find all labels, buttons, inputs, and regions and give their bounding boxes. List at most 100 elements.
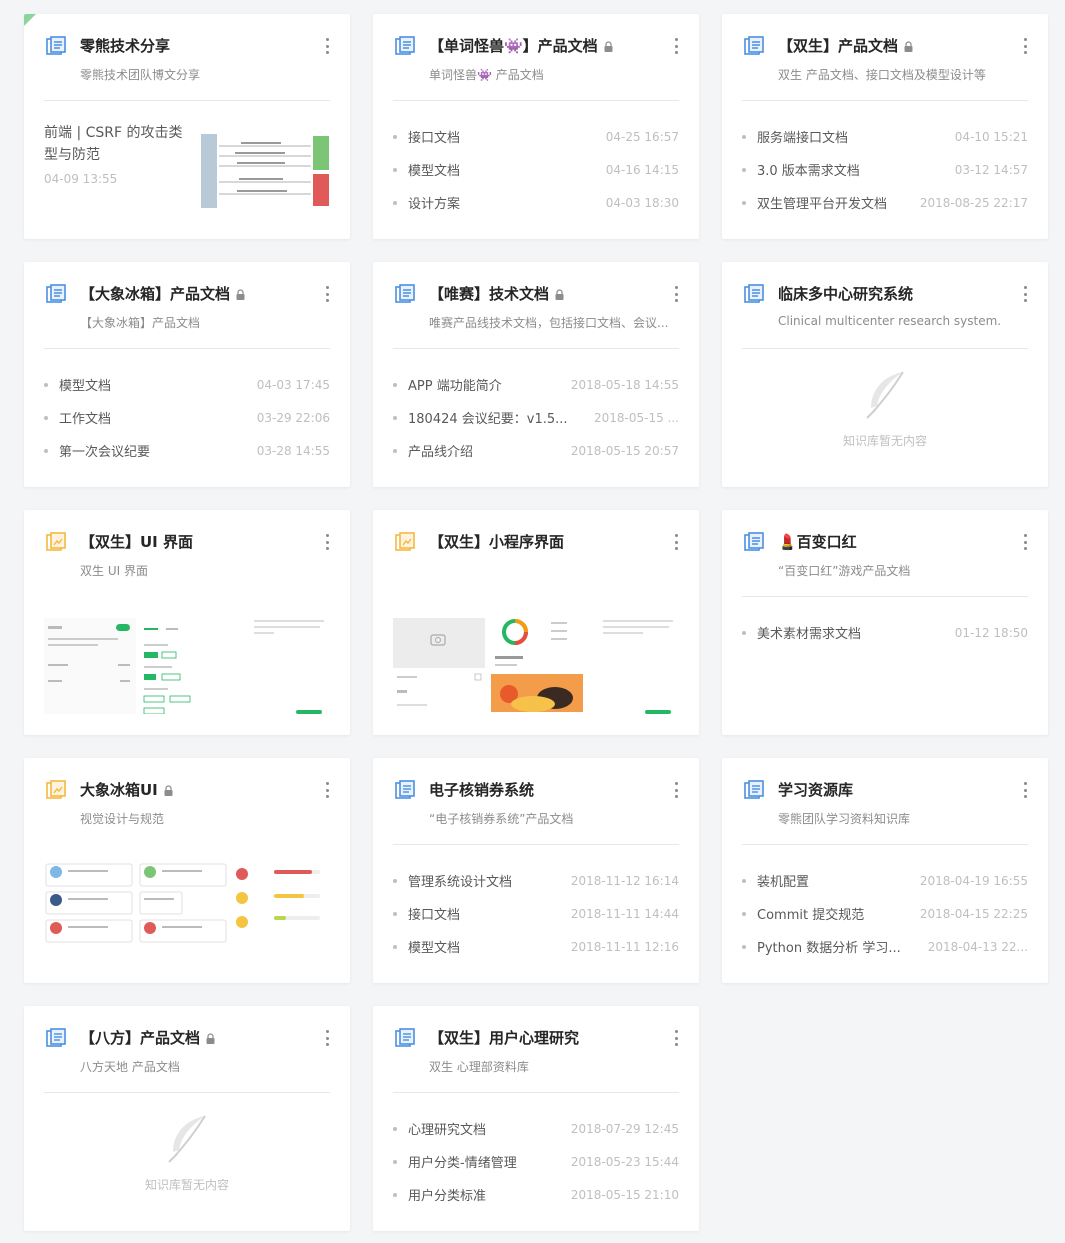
repo-title[interactable]: 【大象冰箱】产品文档 (80, 284, 245, 304)
doc-name[interactable]: 美术素材需求文档 (757, 623, 945, 642)
more-menu-icon[interactable] (671, 38, 681, 54)
doc-time: 2018-11-11 14:44 (570, 906, 679, 921)
repo-title[interactable]: 临床多中心研究系统 (778, 284, 913, 304)
doc-name[interactable]: APP 端功能简介 (408, 375, 561, 394)
doc-list-item[interactable]: 管理系统设计文档 2018-11-12 16:14 (393, 864, 679, 897)
repo-title[interactable]: 电子核销券系统 (429, 780, 534, 800)
doc-list-item[interactable]: 美术素材需求文档 01-12 18:50 (742, 616, 1028, 649)
doc-list-item[interactable]: 用户分类标准 2018-05-15 21:10 (393, 1178, 679, 1211)
more-menu-icon[interactable] (1020, 286, 1030, 302)
doc-name[interactable]: 模型文档 (408, 937, 561, 956)
doc-list-item[interactable]: 模型文档 2018-11-11 12:16 (393, 930, 679, 963)
repo-title[interactable]: 【双生】小程序界面 (429, 532, 564, 552)
doc-name[interactable]: 设计方案 (408, 193, 596, 212)
repo-title[interactable]: 【唯赛】技术文档 (429, 284, 564, 304)
doc-list-item[interactable]: 心理研究文档 2018-07-29 12:45 (393, 1112, 679, 1145)
repo-card[interactable]: 【唯赛】技术文档 唯赛产品线技术文档，包括接口文档、会议... APP 端功能简… (373, 262, 699, 487)
doc-list-item[interactable]: Commit 提交规范 2018-04-15 22:25 (742, 897, 1028, 930)
more-menu-icon[interactable] (671, 1030, 681, 1046)
doc-name[interactable]: 用户分类标准 (408, 1185, 561, 1204)
doc-list-item[interactable]: 设计方案 04-03 18:30 (393, 186, 679, 219)
repo-card[interactable]: 【八方】产品文档 八方天地 产品文档 知识库暂无内容 (24, 1006, 350, 1231)
doc-name[interactable]: 用户分类-情绪管理 (408, 1152, 561, 1171)
repo-title[interactable]: 【双生】UI 界面 (80, 532, 193, 552)
doc-name[interactable]: 第一次会议纪要 (59, 441, 247, 460)
doc-list-item[interactable]: 用户分类-情绪管理 2018-05-23 15:44 (393, 1145, 679, 1178)
repo-card[interactable]: 大象冰箱UI 视觉设计与规范 (24, 758, 350, 983)
repo-card[interactable]: 学习资源库 零熊团队学习资料知识库 装机配置 2018-04-19 16:55 C… (722, 758, 1048, 983)
repo-card[interactable]: 【大象冰箱】产品文档 【大象冰箱】产品文档 模型文档 04-03 17:45 工作… (24, 262, 350, 487)
doc-name[interactable]: 双生管理平台开发文档 (757, 193, 910, 212)
divider (393, 100, 679, 101)
repo-card[interactable]: 【双生】小程序界面 (373, 510, 699, 735)
doc-list-item[interactable]: 接口文档 04-25 16:57 (393, 120, 679, 153)
divider (393, 844, 679, 845)
repo-description: 双生 心理部资料库 (429, 1060, 529, 1074)
repo-card[interactable]: 💄百变口红 “百变口红”游戏产品文档 美术素材需求文档 01-12 18:50 (722, 510, 1048, 735)
doc-time: 03-28 14:55 (256, 443, 330, 458)
doc-name[interactable]: 管理系统设计文档 (408, 871, 561, 890)
doc-name[interactable]: 装机配置 (757, 871, 910, 890)
repo-title[interactable]: 零熊技术分享 (80, 36, 170, 56)
more-menu-icon[interactable] (671, 286, 681, 302)
doc-list-item[interactable]: 产品线介绍 2018-05-15 20:57 (393, 434, 679, 467)
repo-card[interactable]: 【双生】UI 界面 双生 UI 界面 (24, 510, 350, 735)
design-icon (46, 780, 66, 799)
doc-list-item[interactable]: 接口文档 2018-11-11 14:44 (393, 897, 679, 930)
more-menu-icon[interactable] (671, 782, 681, 798)
repo-title[interactable]: 【单词怪兽👾】产品文档 (429, 36, 613, 56)
doc-name[interactable]: 180424 会议纪要：v1.5... (408, 408, 584, 427)
repo-title[interactable]: 大象冰箱UI (80, 780, 173, 800)
repo-title[interactable]: 【双生】用户心理研究 (429, 1028, 579, 1048)
doc-list-item[interactable]: 3.0 版本需求文档 03-12 14:57 (742, 153, 1028, 186)
doc-name[interactable]: 模型文档 (408, 160, 596, 179)
doc-name[interactable]: 3.0 版本需求文档 (757, 160, 945, 179)
feather-icon (866, 371, 904, 419)
doc-name[interactable]: 接口文档 (408, 904, 561, 923)
doc-list-item[interactable]: APP 端功能简介 2018-05-18 14:55 (393, 368, 679, 401)
doc-list-item[interactable]: 工作文档 03-29 22:06 (44, 401, 330, 434)
doc-list-item[interactable]: 模型文档 04-03 17:45 (44, 368, 330, 401)
doc-name[interactable]: 产品线介绍 (408, 441, 561, 460)
more-menu-icon[interactable] (1020, 534, 1030, 550)
repo-title[interactable]: 【八方】产品文档 (80, 1028, 215, 1048)
doc-list-item[interactable]: 双生管理平台开发文档 2018-08-25 22:17 (742, 186, 1028, 219)
more-menu-icon[interactable] (322, 1030, 332, 1046)
repo-description: Clinical multicenter research system. (778, 314, 1002, 328)
repo-card[interactable]: 电子核销券系统 “电子核销券系统”产品文档 管理系统设计文档 2018-11-12… (373, 758, 699, 983)
more-menu-icon[interactable] (671, 534, 681, 550)
doc-list-item[interactable]: 模型文档 04-16 14:15 (393, 153, 679, 186)
repo-card[interactable]: 临床多中心研究系统 Clinical multicenter research … (722, 262, 1048, 487)
repo-card[interactable]: 零熊技术分享 零熊技术团队博文分享 前端 | CSRF 的攻击类型与防范 04-… (24, 14, 350, 239)
repo-card[interactable]: 【双生】用户心理研究 双生 心理部资料库 心理研究文档 2018-07-29 12… (373, 1006, 699, 1231)
doc-name[interactable]: 心理研究文档 (408, 1119, 561, 1138)
repo-title[interactable]: 【双生】产品文档 (778, 36, 913, 56)
doc-name[interactable]: 接口文档 (408, 127, 596, 146)
repo-card[interactable]: 【单词怪兽👾】产品文档 单词怪兽👾 产品文档 接口文档 04-25 16:57 模… (373, 14, 699, 239)
doc-name[interactable]: Python 数据分析 学习... (757, 937, 918, 956)
lock-icon (904, 40, 913, 52)
doc-list-item[interactable]: 服务端接口文档 04-10 15:21 (742, 120, 1028, 153)
divider (742, 596, 1028, 597)
doc-name[interactable]: 模型文档 (59, 375, 247, 394)
more-menu-icon[interactable] (1020, 782, 1030, 798)
empty-state: 知识库暂无内容 (24, 1114, 350, 1193)
repo-card[interactable]: 【双生】产品文档 双生 产品文档、接口文档及模型设计等 服务端接口文档 04-10… (722, 14, 1048, 239)
doc-time: 2018-11-12 16:14 (570, 873, 679, 888)
doc-list-item[interactable]: 第一次会议纪要 03-28 14:55 (44, 434, 330, 467)
repo-title[interactable]: 学习资源库 (778, 780, 853, 800)
more-menu-icon[interactable] (322, 38, 332, 54)
doc-name[interactable]: 服务端接口文档 (757, 127, 945, 146)
more-menu-icon[interactable] (322, 782, 332, 798)
doc-list-item[interactable]: Python 数据分析 学习... 2018-04-13 22... (742, 930, 1028, 963)
doc-name[interactable]: Commit 提交规范 (757, 904, 910, 923)
repo-title[interactable]: 💄百变口红 (778, 532, 857, 552)
doc-list-item[interactable]: 180424 会议纪要：v1.5... 2018-05-15 ... (393, 401, 679, 434)
article-title[interactable]: 前端 | CSRF 的攻击类型与防范 (44, 122, 194, 166)
doc-list-item[interactable]: 装机配置 2018-04-19 16:55 (742, 864, 1028, 897)
repo-description: 单词怪兽👾 产品文档 (429, 68, 544, 82)
more-menu-icon[interactable] (322, 534, 332, 550)
more-menu-icon[interactable] (1020, 38, 1030, 54)
doc-name[interactable]: 工作文档 (59, 408, 247, 427)
more-menu-icon[interactable] (322, 286, 332, 302)
